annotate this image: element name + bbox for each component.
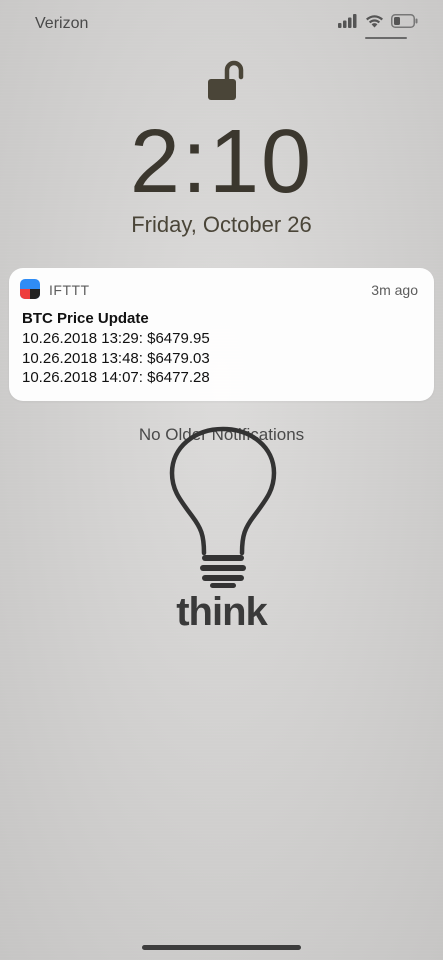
notification-title: BTC Price Update bbox=[22, 310, 149, 327]
status-bar-underline bbox=[365, 37, 407, 39]
notification-body: 10.26.2018 13:29: $6479.95 10.26.2018 13… bbox=[22, 329, 210, 388]
clock-date: Friday, October 26 bbox=[131, 212, 312, 237]
notification-line: 10.26.2018 13:48: $6479.03 bbox=[22, 349, 210, 367]
battery-icon bbox=[391, 14, 418, 28]
home-indicator[interactable] bbox=[142, 945, 301, 950]
cellular-signal-icon bbox=[338, 14, 357, 28]
lightbulb-icon bbox=[169, 426, 277, 588]
notification-line: 10.26.2018 13:29: $6479.95 bbox=[22, 330, 210, 347]
notification-line: 10.26.2018 14:07: $6477.28 bbox=[22, 369, 210, 386]
ifttt-app-icon bbox=[20, 279, 40, 299]
carrier-label: Verizon bbox=[35, 15, 89, 32]
wifi-icon bbox=[366, 15, 383, 28]
clock-time: 2:10 bbox=[129, 112, 314, 212]
wallpaper-caption: think bbox=[176, 590, 268, 634]
ifttt-notification[interactable]: IFTTT 3m ago BTC Price Update 10.26.2018… bbox=[9, 268, 434, 401]
status-icons bbox=[338, 14, 418, 28]
notification-age: 3m ago bbox=[371, 282, 418, 298]
notification-app-name: IFTTT bbox=[49, 282, 90, 298]
unlocked-padlock-icon bbox=[208, 60, 244, 100]
